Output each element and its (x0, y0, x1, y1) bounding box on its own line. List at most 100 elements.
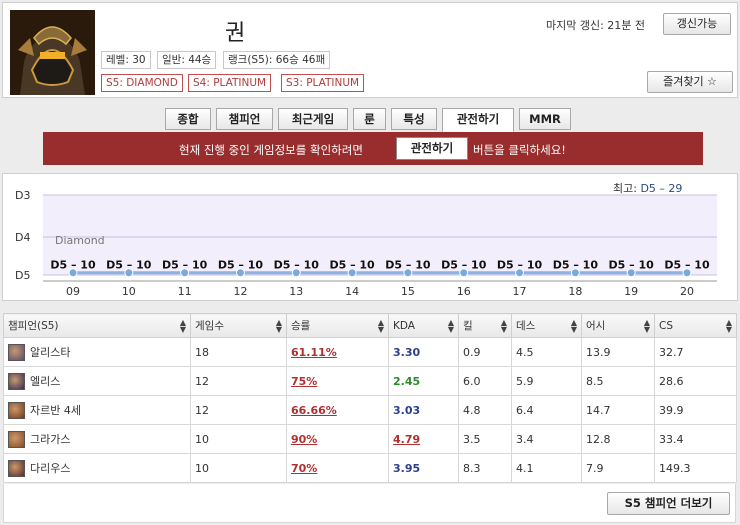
tab-spectate[interactable]: 관전하기 (442, 108, 514, 132)
header-label: 킬 (463, 320, 473, 332)
notice-text-before: 현재 진행 중인 게임정보를 확인하려면 (179, 143, 363, 157)
header-games[interactable]: 게임수 ▲ ▼ (190, 313, 287, 338)
champion-name[interactable]: 자르반 4세 (30, 402, 81, 418)
cell-games: 18 (190, 337, 287, 367)
cell-deaths: 6.4 (511, 395, 582, 425)
champion-name[interactable]: 엘리스 (30, 373, 60, 389)
table-row: 다리우스 10 70% 3.95 8.3 4.1 7.9 149.3 (3, 453, 737, 483)
tab-overview[interactable]: 종합 (165, 108, 211, 130)
y-tick-label: D3 (15, 189, 30, 202)
tier-badge-s5: S5: DIAMOND (101, 74, 183, 92)
cell-champion: 알리스타 (3, 337, 191, 367)
winrate-value: 90% (291, 432, 318, 446)
tab-masteries[interactable]: 특성 (391, 108, 437, 130)
cell-cs: 33.4 (654, 424, 737, 454)
spectate-button[interactable]: 관전하기 (396, 137, 468, 160)
champion-name[interactable]: 다리우스 (30, 460, 70, 476)
tab-runes[interactable]: 룬 (353, 108, 386, 130)
x-tick-label: 15 (401, 285, 415, 298)
sort-icon: ▲ ▼ (500, 318, 507, 334)
cell-assists: 7.9 (581, 453, 655, 483)
cell-games: 10 (190, 424, 287, 454)
kda-value: 4.79 (393, 432, 421, 446)
cell-games: 12 (190, 395, 287, 425)
header-winrate[interactable]: 승률 ▲ ▼ (286, 313, 389, 338)
cell-champion: 자르반 4세 (3, 395, 191, 425)
notice-text-after: 버튼을 클릭하세요! (473, 143, 566, 157)
elise-icon (8, 372, 25, 390)
sort-icon: ▲ ▼ (643, 318, 650, 334)
table-row: 자르반 4세 12 66.66% 3.03 4.8 6.4 14.7 39.9 (3, 395, 737, 425)
normal-wins-badge: 일반: 44승 (157, 51, 217, 69)
header-deaths[interactable]: 데스 ▲ ▼ (511, 313, 582, 338)
summoner-name: 권 (225, 21, 246, 46)
table-row: 그라가스 10 90% 4.79 3.5 3.4 12.8 33.4 (3, 424, 737, 454)
data-point-label: D5 – 10 (441, 259, 487, 272)
data-point-label: D5 – 10 (497, 259, 543, 272)
tier-badge-s4: S4: PLATINUM (188, 74, 272, 92)
xinzhao-icon (8, 401, 25, 419)
ranked-record-badge: 랭크(S5): 66승 46패 (223, 51, 331, 69)
header-label: 챔피언(S5) (8, 320, 59, 332)
cell-cs: 39.9 (654, 395, 737, 425)
y-tick-label: D4 (15, 231, 30, 244)
winrate-value: 70% (291, 461, 318, 475)
winrate-value: 66.66% (291, 403, 337, 417)
refresh-button[interactable]: 갱신가능 (663, 13, 731, 35)
sort-icon: ▲ ▼ (275, 318, 282, 334)
cell-kills: 3.5 (458, 424, 512, 454)
data-point-label: D5 – 10 (106, 259, 152, 272)
x-tick-label: 19 (624, 285, 638, 298)
cell-assists: 8.5 (581, 366, 655, 396)
header-label: 어시 (586, 320, 606, 332)
cell-games: 12 (190, 366, 287, 396)
x-tick-label: 10 (122, 285, 136, 298)
sort-icon: ▲ ▼ (725, 318, 732, 334)
sort-icon: ▲ ▼ (377, 318, 384, 334)
more-champions-button[interactable]: S5 챔피언 더보기 (607, 492, 730, 515)
cell-assists: 14.7 (581, 395, 655, 425)
x-tick-label: 14 (345, 285, 359, 298)
champion-name[interactable]: 알리스타 (30, 344, 70, 360)
header-kda[interactable]: KDA ▲ ▼ (388, 313, 459, 338)
header-label: 승률 (291, 320, 311, 332)
x-tick-label: 18 (568, 285, 582, 298)
cell-cs: 28.6 (654, 366, 737, 396)
tab-champions[interactable]: 챔피언 (216, 108, 273, 130)
data-point-label: D5 – 10 (50, 259, 96, 272)
header-label: CS (659, 319, 673, 332)
cell-champion: 다리우스 (3, 453, 191, 483)
cell-champion: 그라가스 (3, 424, 191, 454)
summoner-avatar (10, 10, 95, 95)
kda-value: 3.30 (393, 345, 421, 359)
cell-kills: 8.3 (458, 453, 512, 483)
cell-winrate: 66.66% (286, 395, 389, 425)
cell-champion: 엘리스 (3, 366, 191, 396)
y-tick-label: D5 (15, 269, 30, 282)
chart-best-record: 최고: D5 – 29 (613, 180, 682, 196)
header-kills[interactable]: 킬 ▲ ▼ (458, 313, 512, 338)
cell-kills: 6.0 (458, 366, 512, 396)
cell-cs: 149.3 (654, 453, 737, 483)
cell-kda: 3.95 (388, 453, 459, 483)
tab-mmr[interactable]: MMR (519, 108, 571, 130)
tab-recent-games[interactable]: 최근게임 (278, 108, 348, 130)
data-point-label: D5 – 10 (553, 259, 599, 272)
data-point-label: D5 – 10 (329, 259, 375, 272)
x-tick-label: 16 (457, 285, 471, 298)
tier-badge-s3: S3: PLATINUM (281, 74, 365, 92)
header-cs[interactable]: CS ▲ ▼ (654, 313, 737, 338)
favorite-button[interactable]: 즐겨찾기 ☆ (647, 71, 733, 93)
champion-name[interactable]: 그라가스 (30, 431, 70, 447)
header-champion[interactable]: 챔피언(S5) ▲ ▼ (3, 313, 191, 338)
x-tick-label: 11 (178, 285, 192, 298)
header-assists[interactable]: 어시 ▲ ▼ (581, 313, 655, 338)
header-label: 데스 (516, 320, 536, 332)
spectate-notice: 현재 진행 중인 게임정보를 확인하려면 관전하기 버튼을 클릭하세요! (43, 132, 703, 165)
sort-icon: ▲ ▼ (179, 318, 186, 334)
cell-kda: 3.30 (388, 337, 459, 367)
cell-assists: 13.9 (581, 337, 655, 367)
cell-deaths: 3.4 (511, 424, 582, 454)
darius-icon (8, 459, 25, 477)
data-point-label: D5 – 10 (664, 259, 710, 272)
